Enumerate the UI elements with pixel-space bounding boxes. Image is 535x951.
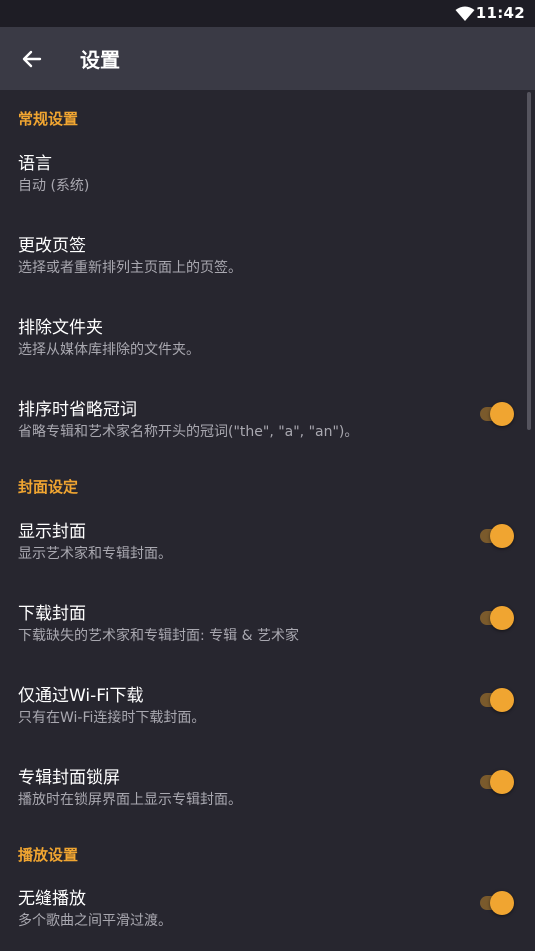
wifi-only-toggle[interactable]	[478, 687, 514, 713]
setting-label: 下载封面	[18, 604, 86, 624]
setting-label: 排序时省略冠词	[18, 400, 137, 420]
toggle-thumb	[490, 688, 514, 712]
settings-screen: 11:42 设置 常规设置 语言 自动 (系统) 更改页签 选择或者重新排列主页…	[0, 0, 535, 951]
download-artwork-toggle[interactable]	[478, 605, 514, 631]
setting-gapless[interactable]: 无缝播放 多个歌曲之间平滑过渡。	[0, 882, 535, 946]
setting-language[interactable]: 语言 自动 (系统)	[0, 147, 535, 211]
setting-label: 更改页签	[18, 236, 86, 256]
setting-summary: 播放时在锁屏界面上显示专辑封面。	[18, 792, 242, 808]
setting-wifi-only[interactable]: 仅通过Wi-Fi下载 只有在Wi-Fi连接时下载封面。	[0, 679, 535, 743]
app-bar: 设置	[0, 27, 535, 90]
lockscreen-artwork-toggle[interactable]	[478, 769, 514, 795]
setting-summary: 自动 (系统)	[18, 178, 90, 194]
status-bar: 11:42	[0, 0, 535, 27]
arrow-left-icon[interactable]	[18, 45, 46, 73]
toggle-thumb	[490, 891, 514, 915]
setting-label: 显示封面	[18, 522, 86, 542]
setting-ignore-articles[interactable]: 排序时省略冠词 省略专辑和艺术家名称开头的冠词("the", "a", "an"…	[0, 393, 535, 457]
section-header-general: 常规设置	[18, 110, 79, 128]
toggle-thumb	[490, 770, 514, 794]
status-time: 11:42	[475, 4, 525, 22]
setting-tabs[interactable]: 更改页签 选择或者重新排列主页面上的页签。	[0, 229, 535, 293]
wifi-icon	[455, 6, 475, 21]
section-header-artwork: 封面设定	[18, 478, 79, 496]
toggle-thumb	[490, 524, 514, 548]
show-artwork-toggle[interactable]	[478, 523, 514, 549]
section-header-playback: 播放设置	[18, 846, 79, 864]
setting-summary: 选择从媒体库排除的文件夹。	[18, 342, 200, 358]
setting-label: 无缝播放	[18, 889, 86, 909]
setting-lockscreen-artwork[interactable]: 专辑封面锁屏 播放时在锁屏界面上显示专辑封面。	[0, 761, 535, 825]
setting-summary: 多个歌曲之间平滑过渡。	[18, 913, 172, 929]
setting-summary: 选择或者重新排列主页面上的页签。	[18, 260, 242, 276]
ignore-articles-toggle[interactable]	[478, 401, 514, 427]
setting-label: 语言	[18, 154, 52, 174]
setting-show-artwork[interactable]: 显示封面 显示艺术家和专辑封面。	[0, 515, 535, 579]
setting-summary: 显示艺术家和专辑封面。	[18, 546, 172, 562]
setting-summary: 省略专辑和艺术家名称开头的冠词("the", "a", "an")。	[18, 424, 359, 440]
setting-label: 仅通过Wi-Fi下载	[18, 686, 144, 706]
setting-label: 排除文件夹	[18, 318, 103, 338]
setting-summary: 只有在Wi-Fi连接时下载封面。	[18, 710, 206, 726]
setting-download-artwork[interactable]: 下载封面 下载缺失的艺术家和专辑封面: 专辑 & 艺术家	[0, 597, 535, 661]
page-title: 设置	[80, 48, 120, 72]
toggle-thumb	[490, 402, 514, 426]
setting-exclude-folders[interactable]: 排除文件夹 选择从媒体库排除的文件夹。	[0, 311, 535, 375]
setting-label: 专辑封面锁屏	[18, 768, 120, 788]
gapless-toggle[interactable]	[478, 890, 514, 916]
toggle-thumb	[490, 606, 514, 630]
setting-summary: 下载缺失的艺术家和专辑封面: 专辑 & 艺术家	[18, 628, 299, 644]
